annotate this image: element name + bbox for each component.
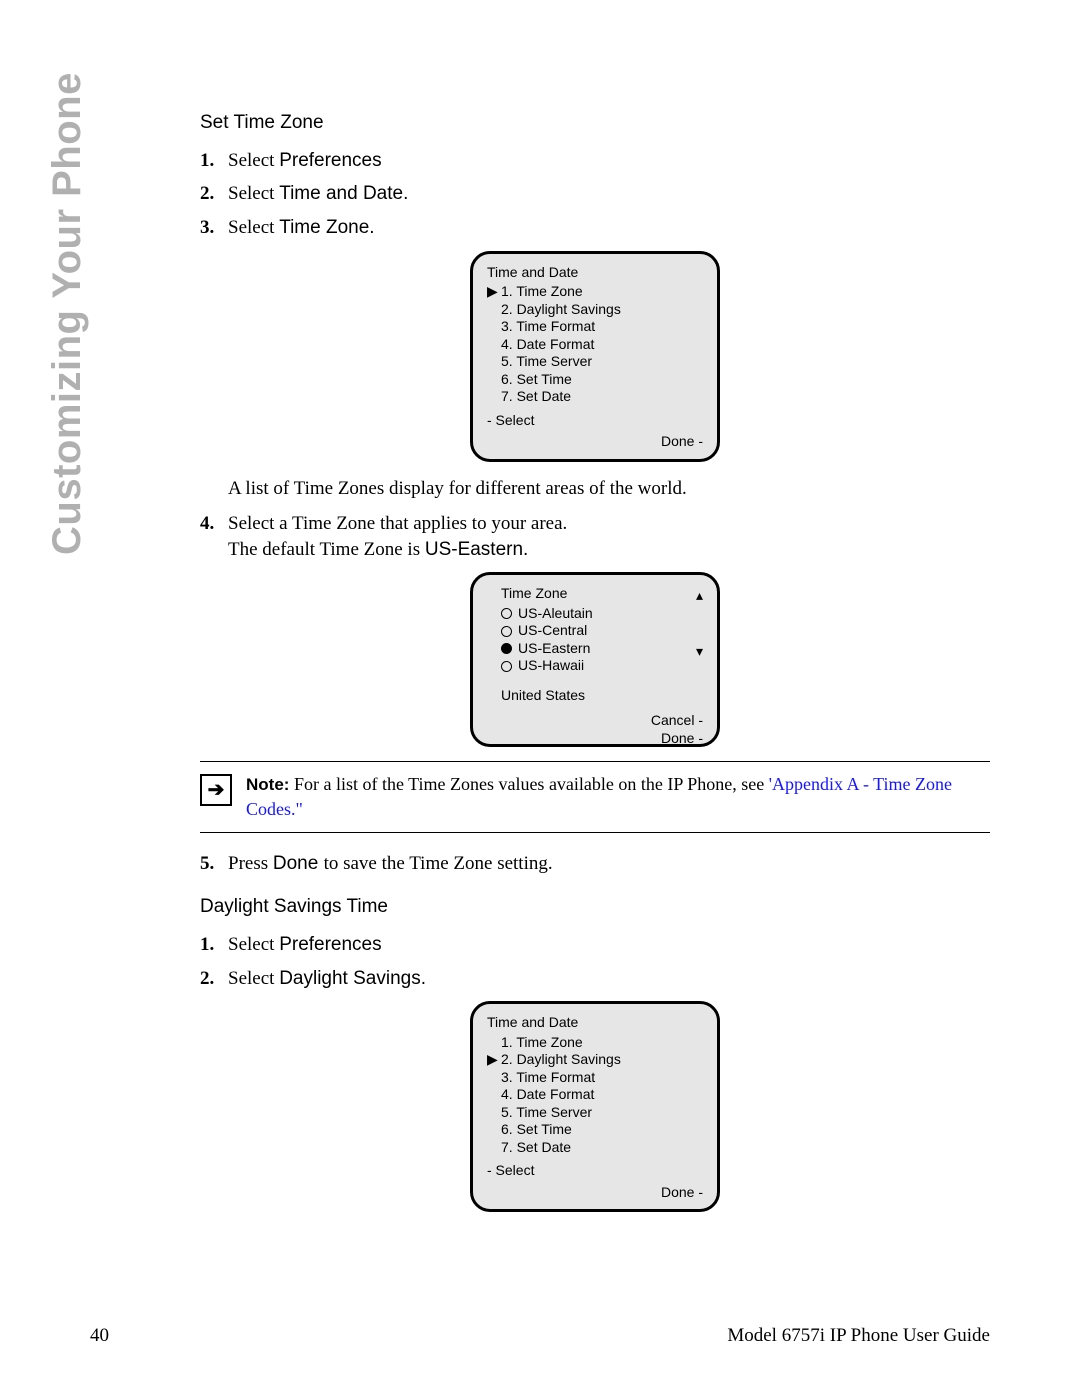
screen1-item-2-text: 2. Daylight Savings (501, 301, 621, 319)
dst-step-1: Select Preferences (200, 932, 990, 958)
steps-set-time-zone-cont: Select a Time Zone that applies to your … (200, 511, 990, 562)
step-3: Select Time Zone. (200, 215, 990, 241)
step-2: Select Time and Date. (200, 181, 990, 207)
heading-daylight-savings: Daylight Savings Time (200, 894, 990, 920)
screen1-item-3: 3. Time Format (487, 318, 703, 336)
steps-set-time-zone-final: Press Done to save the Time Zone setting… (200, 851, 990, 877)
step-1-prefix: Select (228, 150, 279, 171)
screen2-opt-3: US-Eastern (501, 640, 703, 658)
pointer-icon: ▶ (487, 283, 501, 301)
screen1-item-4-text: 4. Date Format (501, 336, 594, 354)
screen1-item-6-text: 6. Set Time (501, 371, 572, 389)
step-5-prefix: Press (228, 853, 273, 874)
step-2-prefix: Select (228, 183, 279, 204)
phone-screen-time-and-date-2: Time and Date 1. Time Zone ▶2. Daylight … (470, 1001, 720, 1212)
screen3-item-6: 6. Set Time (487, 1121, 703, 1139)
screen3-item-6-text: 6. Set Time (501, 1121, 572, 1139)
screen2-cancel: Cancel - (487, 712, 703, 730)
screen2-opt-2-text: US-Central (518, 622, 587, 640)
radio-filled-icon (501, 643, 512, 654)
radio-icon (501, 608, 512, 619)
step-5-value: Done (273, 853, 324, 874)
side-chapter-title: Customizing Your Phone (45, 72, 90, 555)
note-block: ➔ Note: For a list of the Time Zones val… (200, 761, 990, 832)
guide-title: Model 6757i IP Phone User Guide (727, 1325, 990, 1347)
arrow-right-icon: ➔ (200, 774, 232, 806)
screen3-select: - Select (487, 1162, 703, 1180)
step-1: Select Preferences (200, 148, 990, 174)
screen2-title: Time Zone (501, 585, 703, 603)
screen2-opt-4: US-Hawaii (501, 657, 703, 675)
screen1-item-3-text: 3. Time Format (501, 318, 595, 336)
screen1-item-4: 4. Date Format (487, 336, 703, 354)
screen3-item-4-text: 4. Date Format (501, 1086, 594, 1104)
step-1-value: Preferences (279, 150, 381, 171)
screen2-opt-3-text: US-Eastern (518, 640, 590, 658)
step-4-line2-prefix: The default Time Zone is (228, 539, 425, 560)
page-number: 40 (90, 1325, 109, 1347)
screen1-done: Done - (487, 433, 703, 451)
dst-step-2-value: Daylight Savings. (279, 968, 426, 989)
screen1-item-7: 7. Set Date (487, 388, 703, 406)
screen3-item-5-text: 5. Time Server (501, 1104, 592, 1122)
screen3-item-3-text: 3. Time Format (501, 1069, 595, 1087)
note-label: Note: (246, 775, 289, 794)
step-4-line1: Select a Time Zone that applies to your … (228, 513, 567, 534)
steps-daylight-savings: Select Preferences Select Daylight Savin… (200, 932, 990, 991)
screen3-item-2-text: 2. Daylight Savings (501, 1051, 621, 1069)
screen1-select: - Select (487, 412, 703, 430)
screen1-item-1: ▶1. Time Zone (487, 283, 703, 301)
step-2-value: Time and Date. (279, 183, 408, 204)
screen3-item-1: 1. Time Zone (487, 1034, 703, 1052)
dst-step-2-prefix: Select (228, 968, 279, 989)
screen3-title: Time and Date (487, 1014, 703, 1032)
page-footer: 40 Model 6757i IP Phone User Guide (90, 1325, 990, 1347)
step-5: Press Done to save the Time Zone setting… (200, 851, 990, 877)
phone-screen-time-and-date-1: Time and Date ▶1. Time Zone 2. Daylight … (470, 251, 720, 462)
screen1-item-5: 5. Time Server (487, 353, 703, 371)
screen3-item-7-text: 7. Set Date (501, 1139, 571, 1157)
screen1-item-6: 6. Set Time (487, 371, 703, 389)
screen1-item-5-text: 5. Time Server (501, 353, 592, 371)
scroll-down-icon: ▾ (696, 643, 703, 661)
step-3-prefix: Select (228, 217, 279, 238)
screen2-region: United States (501, 687, 703, 705)
step-5-suffix: to save the Time Zone setting. (324, 853, 553, 874)
radio-icon (501, 661, 512, 672)
dst-step-1-value: Preferences (279, 934, 381, 955)
screen2-done: Done - (487, 730, 703, 748)
screen2-opt-1: US-Aleutain (501, 605, 703, 623)
note-text: Note: For a list of the Time Zones value… (246, 772, 990, 821)
step-4-line2-value: US-Eastern. (425, 539, 528, 560)
screen3-item-2: ▶2. Daylight Savings (487, 1051, 703, 1069)
scroll-up-icon: ▴ (696, 587, 703, 605)
dst-step-1-prefix: Select (228, 934, 279, 955)
screen3-item-3: 3. Time Format (487, 1069, 703, 1087)
heading-set-time-zone: Set Time Zone (200, 110, 990, 136)
note-body: For a list of the Time Zones values avai… (289, 774, 768, 794)
screen3-item-7: 7. Set Date (487, 1139, 703, 1157)
steps-set-time-zone: Select Preferences Select Time and Date.… (200, 148, 990, 241)
page-content: Set Time Zone Select Preferences Select … (200, 110, 990, 1212)
screen1-title: Time and Date (487, 264, 703, 282)
paragraph-after-screen1: A list of Time Zones display for differe… (228, 476, 990, 502)
screen3-item-5: 5. Time Server (487, 1104, 703, 1122)
radio-icon (501, 626, 512, 637)
pointer-icon: ▶ (487, 1051, 501, 1069)
screen2-opt-2: US-Central (501, 622, 703, 640)
screen2-opt-1-text: US-Aleutain (518, 605, 593, 623)
screen1-item-7-text: 7. Set Date (501, 388, 571, 406)
step-4: Select a Time Zone that applies to your … (200, 511, 990, 562)
screen1-item-1-text: 1. Time Zone (501, 283, 583, 301)
screen3-item-1-text: 1. Time Zone (501, 1034, 583, 1052)
screen3-item-4: 4. Date Format (487, 1086, 703, 1104)
screen1-item-2: 2. Daylight Savings (487, 301, 703, 319)
step-3-value: Time Zone. (279, 217, 374, 238)
screen2-opt-4-text: US-Hawaii (518, 657, 584, 675)
document-page: Customizing Your Phone Set Time Zone Sel… (0, 0, 1080, 1397)
phone-screen-time-zone: Time Zone ▴ US-Aleutain US-Central US-Ea… (470, 572, 720, 747)
screen3-done: Done - (487, 1184, 703, 1202)
dst-step-2: Select Daylight Savings. (200, 966, 990, 992)
